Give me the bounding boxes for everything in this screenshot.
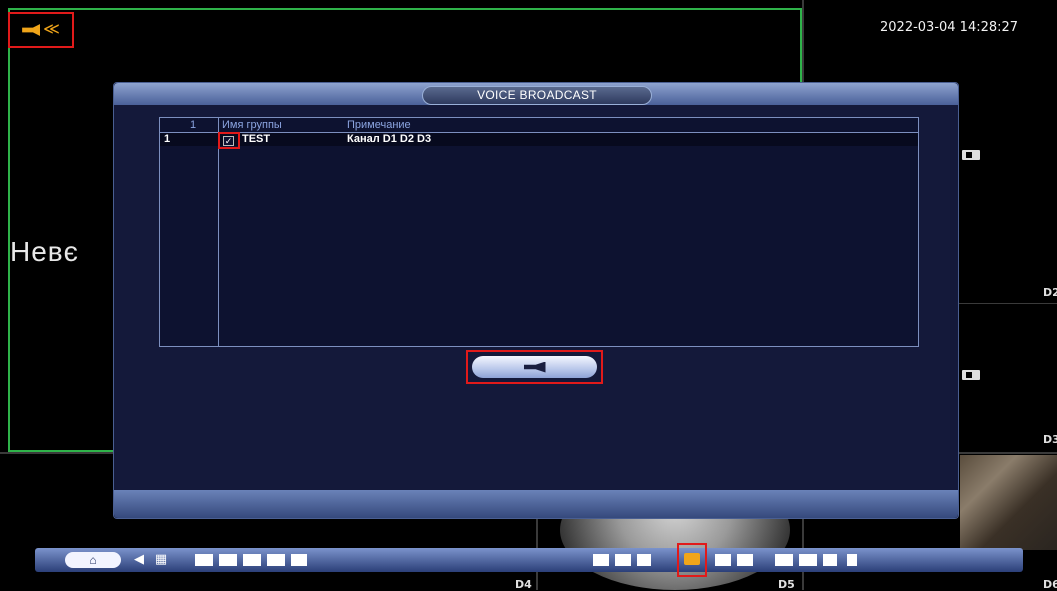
layout-1-icon[interactable]	[195, 554, 213, 566]
broadcast-icon[interactable]	[737, 554, 753, 566]
broadcast-button[interactable]	[472, 356, 597, 378]
channel-label: D5	[778, 578, 795, 591]
ptz-icon[interactable]	[593, 554, 609, 566]
header-index: 1	[190, 119, 197, 131]
color-icon[interactable]	[615, 554, 631, 566]
camera-feed-right	[960, 455, 1057, 550]
home-button[interactable]: ⌂	[65, 552, 121, 568]
network-error-icon[interactable]	[799, 554, 817, 566]
row-group-name: TEST	[242, 133, 271, 145]
dialog-header[interactable]: VOICE BROADCAST	[114, 83, 958, 105]
voice-broadcast-dialog: VOICE BROADCAST 1 Имя группы Примечание …	[113, 82, 959, 519]
dvr-screen: Невє 2022-03-04 14:28:27 D2 D3 D4 D5 D6 …	[0, 0, 1057, 591]
alarm-icon[interactable]	[715, 554, 731, 566]
channel-label: D3	[1043, 433, 1057, 446]
header-group-name[interactable]: Имя группы	[222, 119, 282, 131]
broadcast-button-highlight	[466, 350, 603, 384]
layout-custom-icon[interactable]	[291, 554, 307, 566]
back-icon[interactable]: ◀	[131, 552, 147, 568]
header-note[interactable]: Примечание	[347, 119, 411, 131]
dialog-title: VOICE BROADCAST	[422, 86, 652, 105]
sound-waves-icon: ≪	[43, 21, 60, 38]
table-row[interactable]: 1 ✓ TEST Канал D1 D2 D3	[160, 132, 918, 149]
channel-label: D6	[1043, 578, 1057, 591]
row-checkbox-highlight[interactable]: ✓	[218, 132, 240, 149]
timestamp: 2022-03-04 14:28:27	[880, 20, 1019, 35]
row-note: Канал D1 D2 D3	[347, 133, 432, 145]
network-icon[interactable]	[775, 554, 793, 566]
megaphone-icon	[22, 24, 41, 36]
voice-broadcast-icon	[684, 553, 700, 565]
audio-broadcast-indicator: ≪	[8, 12, 74, 48]
disk-icon[interactable]	[823, 554, 837, 566]
group-table: 1 Имя группы Примечание 1 ✓ TEST Канал D…	[159, 117, 919, 347]
settings-icon[interactable]: ▦	[153, 552, 169, 568]
checkbox[interactable]: ✓	[223, 136, 234, 146]
layout-4-icon[interactable]	[219, 554, 237, 566]
row-index: 1	[164, 133, 171, 145]
bottom-taskbar: ⌂ ◀ ▦	[35, 543, 1023, 577]
recording-icon	[962, 150, 980, 160]
voice-broadcast-taskbar-highlight[interactable]	[677, 543, 707, 577]
usb-icon[interactable]	[847, 554, 857, 566]
channel-label: D2	[1043, 286, 1057, 299]
dialog-footer	[114, 490, 958, 518]
channel-overlay-text: Невє	[10, 236, 79, 267]
layout-9-icon[interactable]	[267, 554, 285, 566]
home-icon: ⌂	[89, 553, 97, 567]
layout-8-icon[interactable]	[243, 554, 261, 566]
channel-label: D4	[515, 578, 532, 591]
column-separator	[218, 118, 219, 346]
search-icon[interactable]	[637, 554, 651, 566]
recording-icon	[962, 370, 980, 380]
megaphone-icon	[523, 361, 546, 373]
